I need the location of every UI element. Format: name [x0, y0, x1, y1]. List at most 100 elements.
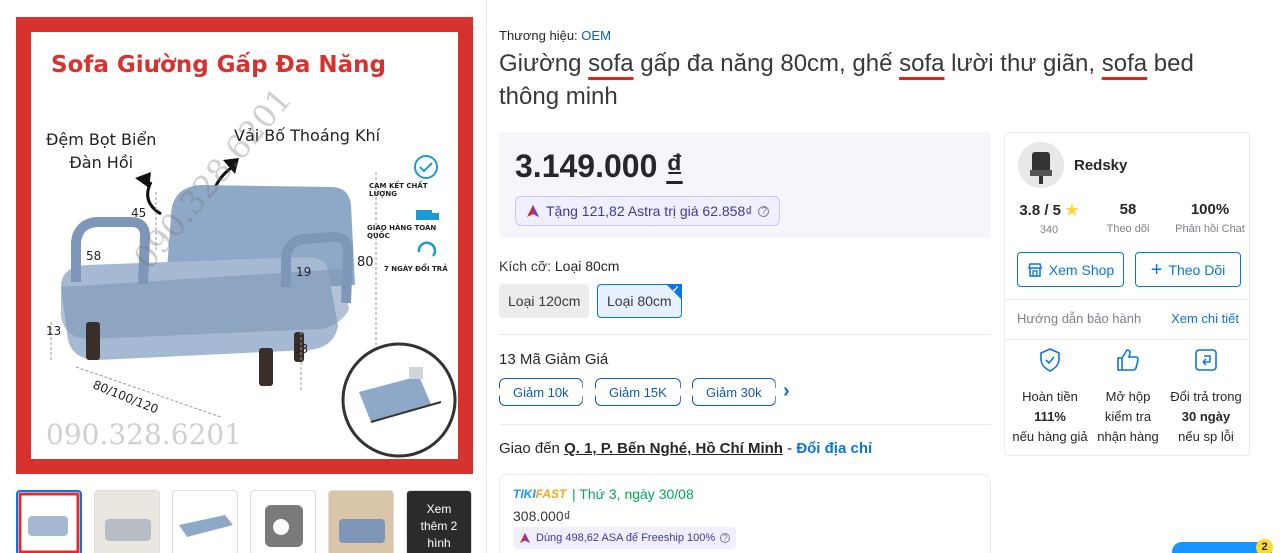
- title-keyword: sofa: [899, 50, 945, 77]
- coupon-10k[interactable]: Giảm 10k: [499, 378, 583, 406]
- star-icon: ★: [1065, 202, 1079, 219]
- rating-count: 340: [1039, 224, 1059, 236]
- policy-return-line1: Đổi trả trong: [1170, 389, 1242, 404]
- coupon-30k[interactable]: Giảm 30k: [692, 378, 776, 406]
- divider: [499, 424, 991, 425]
- follow-label: Theo Dõi: [1168, 261, 1226, 278]
- policy-inspect-line3: nhận hàng: [1097, 429, 1159, 444]
- seller-card: Redsky 3.8 / 5 ★ 340 58 Theo dõi 100% Ph…: [1004, 132, 1250, 456]
- dimension-45: 45: [131, 206, 147, 220]
- watermark-bottom: 090.328.6201: [46, 418, 242, 451]
- thumbnail-5[interactable]: [328, 490, 394, 553]
- feature-delivery: GIAO HÀNG TOÀN QUỐC: [367, 224, 437, 240]
- variant-label-text: Kích cỡ:: [499, 258, 551, 274]
- title-part: gấp đa năng 80cm, ghế: [633, 50, 900, 77]
- divider: [1005, 299, 1249, 300]
- coupon-15k[interactable]: Giảm 15K: [595, 378, 681, 406]
- seller-avatar[interactable]: [1018, 142, 1064, 188]
- change-address-link[interactable]: Đổi địa chỉ: [796, 440, 872, 457]
- policy-return: Đổi trả trong 30 ngày nếu sp lỗi: [1165, 347, 1247, 447]
- coupons-title: 13 Mã Giảm Giá: [499, 351, 609, 368]
- policy-refund-line2: 111%: [1034, 409, 1066, 424]
- asa-freeship-text: Dùng 498,62 ASA để Freeship 100%: [536, 532, 716, 544]
- delivery-line: Giao đến Q. 1, P. Bến Nghé, Hồ Chí Minh …: [499, 440, 872, 457]
- response-value: 100%: [1190, 201, 1230, 218]
- policy-inspect-line1: Mở hộp: [1105, 389, 1151, 404]
- brand-link[interactable]: OEM: [581, 28, 611, 43]
- thumbnail-4[interactable]: [250, 490, 316, 553]
- thumbnail-5-image: [329, 491, 393, 553]
- tikifast-logo: TIKIFAST: [513, 487, 566, 501]
- chevron-right-icon[interactable]: ›: [783, 380, 790, 403]
- title-part: lười thư giãn,: [944, 50, 1102, 77]
- astra-reward-text: Tặng 121,82 Astra trị giá 62.858₫: [546, 203, 753, 219]
- divider: [1005, 339, 1249, 340]
- policy-refund-line3: nếu hàng giả: [1012, 429, 1088, 444]
- dimension-80: 80: [357, 255, 374, 270]
- thumbnail-more-label: Xem thêm 2 hình: [420, 502, 458, 550]
- tikifast-logo-fast: FAST: [535, 487, 567, 501]
- follow-button[interactable]: + Theo Dõi: [1135, 252, 1241, 287]
- feature-return: 7 NGÀY ĐỔI TRẢ: [384, 265, 448, 273]
- dimension-33: 33: [293, 342, 309, 356]
- main-product-image[interactable]: Sofa Giường Gấp Đa Năng Đệm Bọt Biển Đàn…: [16, 17, 473, 474]
- thumbs-up-icon: [1117, 349, 1139, 371]
- thumbnail-3[interactable]: [172, 490, 238, 553]
- thumbnail-more[interactable]: Xem thêm 2 hình: [406, 490, 472, 553]
- variant-option-80cm[interactable]: Loại 80cm ✓: [597, 284, 682, 318]
- asa-freeship-badge[interactable]: Dùng 498,62 ASA để Freeship 100% ?: [513, 527, 737, 549]
- chat-notification-badge: 2: [1256, 539, 1273, 553]
- title-part: Giường: [499, 50, 589, 77]
- thumbnail-2[interactable]: [94, 490, 160, 553]
- brand-label: Thương hiệu:: [499, 28, 578, 43]
- view-shop-button[interactable]: Xem Shop: [1017, 252, 1124, 287]
- shield-check-icon: [1040, 348, 1060, 372]
- seller-followers: 58 Theo dõi: [1095, 201, 1161, 235]
- variant-selected-value: Loại 80cm: [554, 258, 620, 274]
- info-icon[interactable]: ?: [758, 205, 770, 217]
- info-icon[interactable]: ?: [720, 533, 731, 543]
- feature-quality: CAM KẾT CHẤT LƯỢNG: [369, 182, 428, 198]
- sofa-illustration: [50, 155, 457, 458]
- product-price: 3.149.000 ₫: [515, 148, 683, 185]
- view-shop-label: Xem Shop: [1048, 261, 1115, 278]
- shop-name[interactable]: Redsky: [1074, 157, 1127, 174]
- variant-option-120cm[interactable]: Loại 120cm: [499, 284, 590, 318]
- dimension-58: 58: [86, 249, 102, 263]
- shipping-box: TIKIFAST | Thứ 3, ngày 30/08 308.000₫ Dù…: [499, 474, 991, 553]
- astra-icon: [520, 533, 530, 543]
- astra-reward-badge[interactable]: Tặng 121,82 Astra trị giá 62.858₫ ?: [515, 196, 781, 226]
- policy-return-line2: 30 ngày: [1181, 409, 1231, 424]
- rating-value: 3.8 / 5: [1019, 202, 1062, 219]
- seller-avatar-image: [1018, 142, 1064, 188]
- product-title: Giường sofa gấp đa năng 80cm, ghế sofa l…: [499, 47, 1259, 113]
- divider: [499, 334, 991, 335]
- variant-option-80cm-label: Loại 80cm: [607, 293, 672, 309]
- dimension-13: 13: [46, 324, 62, 338]
- response-label: Phản hồi Chat: [1175, 223, 1245, 235]
- policy-return-line3: nếu sp lỗi: [1178, 429, 1234, 444]
- delivery-address[interactable]: Q. 1, P. Bến Nghé, Hồ Chí Minh: [564, 440, 783, 457]
- policy-inspect-line2: kiểm tra: [1104, 409, 1152, 424]
- seller-response: 100% Phản hồi Chat: [1171, 201, 1249, 235]
- product-gallery: Sofa Giường Gấp Đa Năng Đệm Bọt Biển Đàn…: [0, 0, 487, 553]
- return-icon: [1195, 349, 1217, 371]
- price-value: 3.149.000: [515, 148, 658, 184]
- thumbnail-1-image: [18, 492, 80, 553]
- brand-line: Thương hiệu: OEM: [499, 28, 611, 43]
- shipping-price: 308.000₫: [513, 508, 571, 524]
- astra-icon: [527, 205, 539, 217]
- warranty-link[interactable]: Xem chi tiết: [1171, 311, 1239, 326]
- policy-refund-line1: Hoàn tiền: [1022, 389, 1078, 404]
- dimension-19: 19: [296, 265, 312, 279]
- tikifast-logo-tiki: TIKI: [513, 487, 536, 501]
- followers-value: 58: [1119, 201, 1137, 218]
- thumbnail-1[interactable]: [16, 490, 82, 553]
- title-keyword: sofa: [1101, 50, 1148, 77]
- title-keyword: sofa: [588, 50, 634, 77]
- product-page: Sofa Giường Gấp Đa Năng Đệm Bọt Biển Đàn…: [0, 0, 1280, 553]
- variant-label: Kích cỡ: Loại 80cm: [499, 258, 619, 274]
- delivery-prefix: Giao đến: [499, 440, 560, 457]
- check-icon: ✓: [672, 284, 680, 294]
- thumbnail-strip: Xem thêm 2 hình: [16, 490, 472, 553]
